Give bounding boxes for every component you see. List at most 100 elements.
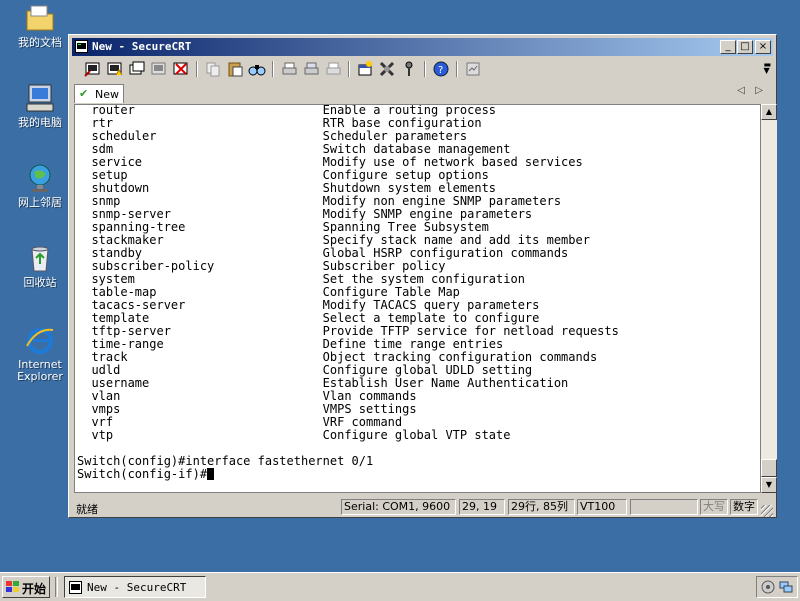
command-name: vmps bbox=[77, 402, 323, 416]
close-button[interactable]: × bbox=[755, 40, 771, 54]
statusbar: 就绪 Serial: COM1, 9600 29, 19 29行, 85列 VT… bbox=[72, 497, 773, 517]
command-description: Vlan commands bbox=[322, 389, 417, 403]
terminal-help-line: tftp-server Provide TFTP service for net… bbox=[77, 324, 618, 338]
terminal-help-line: setup Configure setup options bbox=[77, 168, 488, 182]
command-name: tacacs-server bbox=[77, 298, 323, 312]
maximize-button[interactable]: □ bbox=[737, 40, 753, 54]
start-button[interactable]: 开始 bbox=[2, 576, 50, 598]
connect-icon[interactable] bbox=[84, 60, 102, 78]
command-name: template bbox=[77, 311, 323, 325]
terminal-help-line: subscriber-policy Subscriber policy bbox=[77, 259, 445, 273]
terminal-help-line: time-range Define time range entries bbox=[77, 337, 503, 351]
desktop-icon-my-computer[interactable]: 我的电脑 bbox=[6, 82, 74, 129]
global-options-icon[interactable] bbox=[378, 60, 396, 78]
command-name: tftp-server bbox=[77, 324, 323, 338]
command-description: VMPS settings bbox=[322, 402, 417, 416]
tab-new[interactable]: ✔ New bbox=[74, 84, 124, 103]
prompt-line: Switch(config-if)# bbox=[77, 467, 208, 481]
terminal-help-line: vtp Configure global VTP state bbox=[77, 428, 510, 442]
desktop-icon-label: 我的文档 bbox=[18, 36, 62, 49]
terminal-help-line: snmp Modify non engine SNMP parameters bbox=[77, 194, 561, 208]
terminal-help-line: shutdown Shutdown system elements bbox=[77, 181, 496, 195]
session-options-icon[interactable] bbox=[356, 60, 374, 78]
minimize-button[interactable]: _ bbox=[720, 40, 736, 54]
command-description: Configure global VTP state bbox=[322, 428, 511, 442]
terminal-scrollbar[interactable]: ▲ ▼ bbox=[761, 104, 777, 493]
taskbar-button-securecrt[interactable]: New - SecureCRT bbox=[64, 576, 206, 598]
scroll-thumb[interactable] bbox=[761, 459, 777, 477]
status-caps: 大写 bbox=[700, 499, 728, 515]
start-label: 开始 bbox=[22, 582, 47, 596]
toolbar: ? ▬ ▼ bbox=[72, 57, 773, 81]
find-icon[interactable] bbox=[248, 60, 266, 78]
status-terminal-type: VT100 bbox=[577, 499, 627, 515]
svg-text:?: ? bbox=[438, 65, 443, 76]
status-text: 就绪 bbox=[76, 503, 98, 516]
command-description: Modify SNMP engine parameters bbox=[322, 207, 533, 221]
resize-grip[interactable] bbox=[761, 505, 773, 517]
toolbar-separator bbox=[424, 61, 426, 77]
toolbar-separator bbox=[272, 61, 274, 77]
desktop-icon-my-documents[interactable]: 我的文档 bbox=[6, 2, 74, 49]
tab-scroll-right-icon[interactable]: ▷ bbox=[755, 85, 763, 96]
command-name: standby bbox=[77, 246, 323, 260]
status-rows-cols: 29行, 85列 bbox=[508, 499, 575, 515]
command-description: Configure Table Map bbox=[322, 285, 460, 299]
my-documents-folder-icon bbox=[24, 2, 56, 34]
terminal-help-line: spanning-tree Spanning Tree Subsystem bbox=[77, 220, 488, 234]
sftp-icon[interactable] bbox=[464, 60, 482, 78]
command-description: Select a template to configure bbox=[322, 311, 540, 325]
command-name: time-range bbox=[77, 337, 323, 351]
command-description: Switch database management bbox=[322, 142, 511, 156]
command-description: Establish User Name Authentication bbox=[322, 376, 569, 390]
command-name: system bbox=[77, 272, 323, 286]
window-titlebar[interactable]: New - SecureCRT _ □ × bbox=[72, 38, 773, 56]
print-icon[interactable] bbox=[280, 60, 298, 78]
command-name: username bbox=[77, 376, 323, 390]
print-setup-icon[interactable] bbox=[324, 60, 342, 78]
desktop-icon-recycle-bin[interactable]: 回收站 bbox=[6, 242, 74, 289]
tray-network-icon[interactable] bbox=[779, 580, 793, 597]
windows-logo-icon bbox=[6, 581, 20, 593]
tray-volume-icon[interactable] bbox=[761, 580, 775, 597]
command-description: RTR base configuration bbox=[322, 116, 482, 130]
paste-icon[interactable] bbox=[226, 60, 244, 78]
toolbar-separator bbox=[348, 61, 350, 77]
close-icon: × bbox=[758, 41, 768, 52]
toolbar-overflow-icon[interactable]: ▬ ▼ bbox=[763, 61, 771, 75]
tab-scroll-left-icon[interactable]: ◁ bbox=[737, 85, 745, 96]
desktop-icon-label: 我的电脑 bbox=[18, 116, 62, 129]
terminal-help-line: service Modify use of network based serv… bbox=[77, 155, 582, 169]
print-selection-icon[interactable] bbox=[302, 60, 320, 78]
keymap-icon[interactable] bbox=[400, 60, 418, 78]
terminal-area[interactable]: router Enable a routing process rtr RTR … bbox=[74, 104, 761, 493]
command-name: shutdown bbox=[77, 181, 323, 195]
securecrt-app-icon bbox=[69, 581, 82, 594]
copy-icon[interactable] bbox=[204, 60, 222, 78]
command-description: Modify non engine SNMP parameters bbox=[322, 194, 562, 208]
command-description: Set the system configuration bbox=[322, 272, 525, 286]
securecrt-app-icon bbox=[75, 40, 88, 53]
maximize-icon: □ bbox=[740, 41, 750, 52]
disconnect-icon[interactable] bbox=[172, 60, 190, 78]
help-icon[interactable]: ? bbox=[432, 60, 450, 78]
command-name: spanning-tree bbox=[77, 220, 323, 234]
terminal-help-line: vmps VMPS settings bbox=[77, 402, 417, 416]
command-name: snmp-server bbox=[77, 207, 323, 221]
command-name: service bbox=[77, 155, 323, 169]
scroll-up-icon[interactable]: ▲ bbox=[761, 104, 777, 120]
quick-connect-icon[interactable] bbox=[106, 60, 124, 78]
desktop-icon-internet-explorer[interactable]: Internet Explorer bbox=[6, 324, 74, 383]
desktop-icon-label: Internet Explorer bbox=[17, 358, 63, 383]
command-description: Configure global UDLD setting bbox=[322, 363, 533, 377]
terminal-help-line: rtr RTR base configuration bbox=[77, 116, 482, 130]
command-name: scheduler bbox=[77, 129, 323, 143]
terminal-help-line: template Select a template to configure bbox=[77, 311, 539, 325]
reconnect-icon[interactable] bbox=[150, 60, 168, 78]
connect-tab-icon[interactable] bbox=[128, 60, 146, 78]
command-description: Object tracking configuration commands bbox=[322, 350, 598, 364]
command-name: snmp bbox=[77, 194, 323, 208]
scroll-down-icon[interactable]: ▼ bbox=[761, 477, 777, 493]
command-name: stackmaker bbox=[77, 233, 323, 247]
desktop-icon-network-places[interactable]: 网上邻居 bbox=[6, 162, 74, 209]
